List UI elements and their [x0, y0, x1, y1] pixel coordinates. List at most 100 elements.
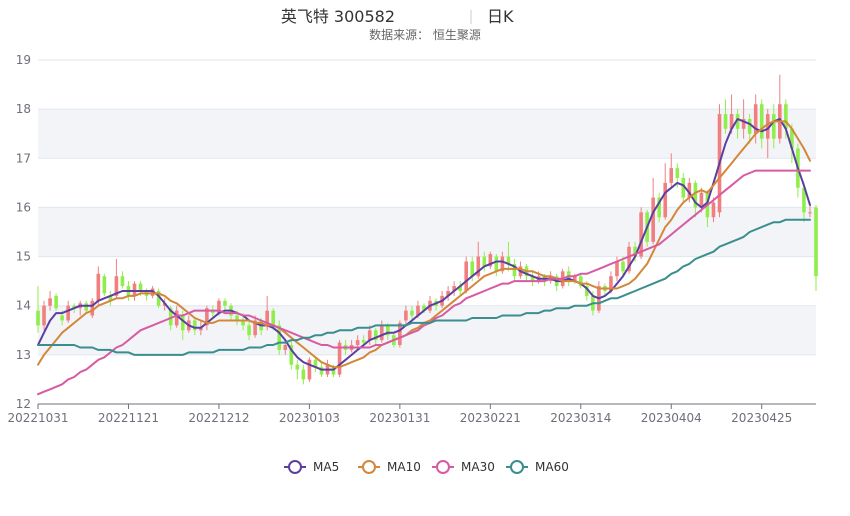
candle: [488, 251, 493, 269]
candle: [530, 271, 535, 287]
candle-body: [301, 369, 306, 380]
candle-body: [814, 207, 818, 277]
candle-body: [120, 276, 125, 287]
candle-body: [621, 261, 625, 272]
candle-body: [675, 168, 680, 178]
legend-item-ma10[interactable]: MA10: [358, 460, 421, 474]
x-tick-label: 20230221: [460, 411, 521, 425]
candle: [554, 273, 559, 291]
candle: [325, 359, 330, 377]
candle-body: [651, 197, 655, 242]
y-tick-label: 15: [16, 250, 31, 264]
x-tick-label: 20221121: [98, 411, 159, 425]
candle-body: [192, 320, 197, 331]
grid-band: [38, 207, 816, 257]
y-tick-label: 17: [16, 151, 31, 165]
candle: [108, 290, 113, 306]
candle-body: [271, 310, 276, 326]
legend-item-ma5[interactable]: MA5: [284, 460, 339, 474]
candle: [446, 286, 450, 301]
y-tick-label: 18: [16, 102, 31, 116]
candle: [90, 298, 95, 318]
candle: [337, 340, 342, 377]
candle-body: [771, 114, 776, 139]
x-axis: 20221031 20221121 20221212 20230103 20230131…: [7, 403, 816, 425]
period-label: 日K: [487, 7, 514, 26]
candle: [814, 204, 818, 291]
x-tick-label: 20230131: [369, 411, 430, 425]
candle-body: [102, 276, 107, 294]
candle: [578, 273, 583, 289]
candle-body: [66, 305, 70, 321]
candle-body: [615, 261, 619, 277]
candle-body: [132, 283, 137, 296]
candle: [120, 271, 125, 289]
y-tick-label: 16: [16, 200, 31, 214]
candle-body: [410, 310, 414, 316]
legend-label: MA30: [461, 460, 495, 474]
legend-label: MA5: [313, 460, 339, 474]
grid-bands: [38, 109, 816, 355]
x-tick-label: 20230425: [731, 411, 792, 425]
y-tick-label: 14: [16, 299, 31, 313]
candle: [723, 99, 728, 134]
legend-label: MA10: [387, 460, 421, 474]
candle: [54, 293, 58, 311]
x-tick-label: 20230103: [279, 411, 340, 425]
candle-body: [663, 182, 668, 218]
candle-body: [759, 104, 764, 139]
candle-body: [639, 212, 643, 257]
candle-body: [283, 345, 288, 350]
legend-item-ma30[interactable]: MA30: [432, 460, 495, 474]
candle-body: [404, 310, 408, 321]
candle: [295, 359, 300, 380]
y-tick-label: 12: [16, 397, 31, 411]
candle-body: [307, 359, 312, 380]
candle-body: [174, 310, 179, 326]
candle: [102, 273, 107, 296]
candle-body: [747, 118, 752, 134]
candle-body: [138, 283, 143, 291]
candle: [277, 320, 282, 355]
grid-band: [38, 305, 816, 355]
x-tick-label: 20221031: [7, 411, 68, 425]
legend-marker-icon: [436, 460, 450, 474]
candle: [464, 256, 469, 294]
candle-body: [808, 212, 812, 214]
chart-title: 英飞特 300582: [281, 7, 395, 26]
candle: [778, 74, 782, 144]
legend-marker-icon: [288, 460, 302, 474]
legend-marker-icon: [362, 460, 376, 474]
candle-body: [494, 256, 499, 272]
y-tick-label: 19: [16, 53, 31, 67]
candle: [307, 357, 312, 382]
candle-body: [669, 168, 674, 183]
x-tick-label: 20221212: [188, 411, 249, 425]
candle-body: [223, 300, 227, 306]
y-axis: 12 13 14 15 16 17 18 19: [16, 53, 31, 411]
legend-item-ma60[interactable]: MA60: [506, 460, 569, 474]
candle-body: [464, 261, 469, 291]
candle-body: [60, 315, 64, 321]
candle-body: [180, 315, 185, 331]
candle-body: [723, 114, 728, 129]
legend[interactable]: MA5 MA10 MA30 MA60: [284, 460, 569, 474]
x-tick-label: 20230404: [641, 411, 702, 425]
candle-body: [96, 273, 101, 301]
legend-marker-icon: [510, 460, 524, 474]
candle-body: [90, 300, 95, 316]
candle: [301, 364, 306, 385]
candle: [512, 259, 517, 282]
candle-body: [84, 303, 89, 311]
candle-body: [361, 340, 366, 343]
candle-body: [295, 364, 300, 370]
candle: [452, 281, 456, 296]
candle-body: [355, 340, 360, 346]
candle-body: [36, 310, 40, 326]
y-tick-label: 13: [16, 348, 31, 362]
candlestick-chart: 12 13 14 15 16 17 18 19 20221031 20221121 2022121…: [7, 7, 818, 474]
candle-body: [379, 325, 384, 341]
legend-label: MA60: [535, 460, 569, 474]
chart-subtitle: 数据来源： 恒生聚源: [369, 27, 481, 42]
candle-body: [54, 295, 58, 309]
